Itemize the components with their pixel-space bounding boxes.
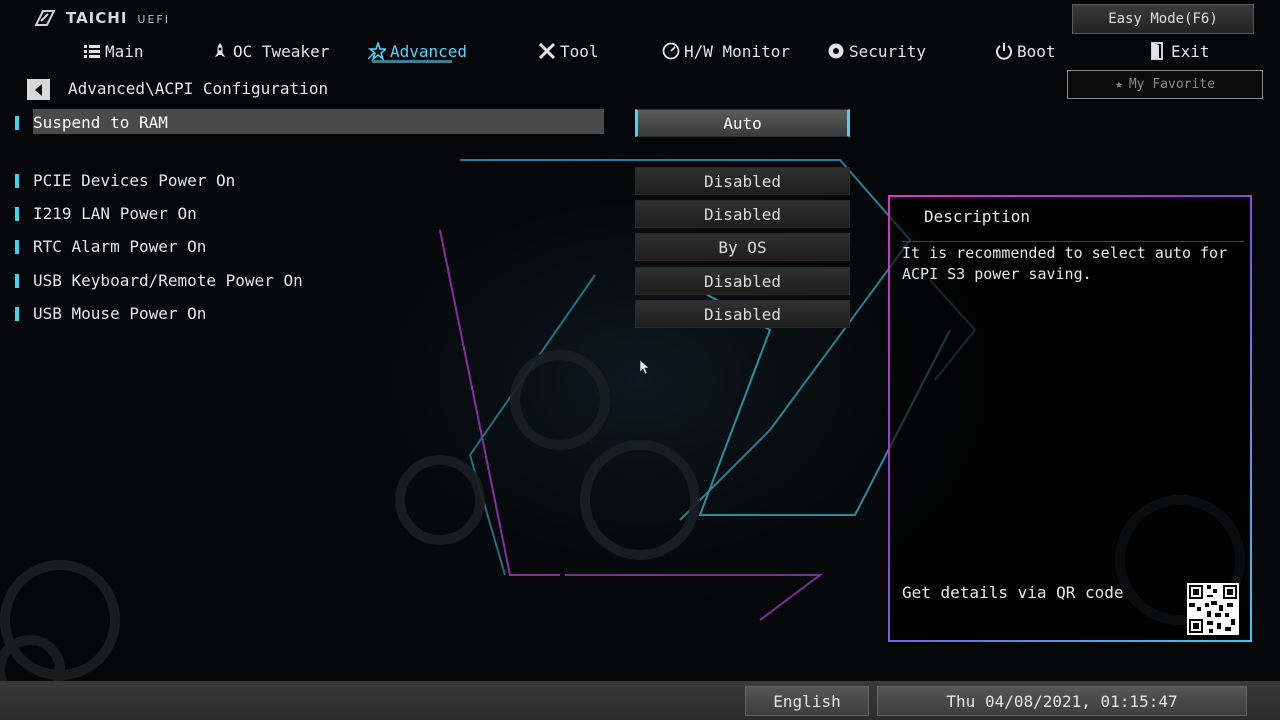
tab-exit-label: Exit bbox=[1171, 41, 1210, 61]
my-favorite-button[interactable]: ★ My Favorite bbox=[1067, 70, 1263, 99]
setting-rtc-alarm-power-on[interactable]: RTC Alarm Power On By OS bbox=[0, 233, 870, 261]
setting-label: Suspend to RAM bbox=[33, 113, 168, 132]
easy-mode-button[interactable]: Easy Mode(F6) bbox=[1072, 4, 1254, 34]
setting-pcie-devices-power-on[interactable]: PCIE Devices Power On Disabled bbox=[0, 167, 870, 195]
mouse-cursor-icon bbox=[640, 360, 650, 374]
star-icon bbox=[368, 42, 386, 60]
description-panel: Description It is recommended to select … bbox=[888, 195, 1252, 642]
tab-main[interactable]: Main bbox=[83, 36, 144, 66]
star-icon: ★ bbox=[1115, 77, 1123, 92]
list-icon bbox=[84, 45, 100, 58]
row-marker bbox=[15, 116, 19, 130]
shield-icon bbox=[828, 43, 844, 59]
setting-label: PCIE Devices Power On bbox=[33, 171, 236, 190]
setting-suspend-to-ram[interactable]: Suspend to RAM Auto bbox=[0, 109, 870, 137]
row-marker bbox=[15, 207, 19, 221]
tab-boot[interactable]: Boot bbox=[995, 36, 1056, 66]
tab-boot-label: Boot bbox=[1017, 41, 1056, 61]
date-time-display: Thu 04/08/2021, 01:15:47 bbox=[877, 686, 1247, 716]
tab-oc-tweaker[interactable]: OC Tweaker bbox=[211, 36, 329, 66]
power-icon bbox=[996, 43, 1012, 60]
my-favorite-label: My Favorite bbox=[1128, 77, 1215, 92]
setting-label: USB Keyboard/Remote Power On bbox=[33, 271, 303, 290]
tab-oc-tweaker-label: OC Tweaker bbox=[233, 41, 330, 61]
chevron-left-icon bbox=[34, 83, 42, 96]
tab-hw-monitor-label: H/W Monitor bbox=[684, 41, 790, 61]
tab-security[interactable]: Security bbox=[827, 36, 926, 66]
description-text: It is recommended to select auto for ACP… bbox=[902, 244, 1228, 283]
row-marker bbox=[15, 307, 19, 321]
monitor-icon bbox=[662, 42, 680, 60]
taichi-logo-icon bbox=[34, 10, 56, 26]
active-tab-indicator bbox=[372, 60, 452, 63]
tab-exit[interactable]: Exit bbox=[1149, 36, 1210, 66]
back-button[interactable] bbox=[27, 79, 50, 100]
rocket-icon bbox=[215, 43, 225, 57]
setting-label: I219 LAN Power On bbox=[33, 204, 197, 223]
setting-i219-lan-power-on[interactable]: I219 LAN Power On Disabled bbox=[0, 200, 870, 228]
tools-icon bbox=[538, 42, 556, 60]
qr-code-icon bbox=[1187, 583, 1239, 635]
setting-value-dropdown[interactable]: Auto bbox=[635, 109, 850, 137]
tab-tool[interactable]: Tool bbox=[538, 36, 599, 66]
setting-usb-keyboard-remote-power-on[interactable]: USB Keyboard/Remote Power On Disabled bbox=[0, 267, 870, 295]
tab-hw-monitor[interactable]: H/W Monitor bbox=[662, 36, 790, 66]
setting-usb-mouse-power-on[interactable]: USB Mouse Power On Disabled bbox=[0, 300, 870, 328]
row-marker bbox=[15, 274, 19, 288]
row-marker bbox=[15, 174, 19, 188]
exit-icon bbox=[1151, 42, 1163, 60]
setting-label: USB Mouse Power On bbox=[33, 304, 207, 323]
tab-main-label: Main bbox=[105, 41, 144, 61]
tab-tool-label: Tool bbox=[560, 41, 599, 61]
setting-value-dropdown[interactable]: Disabled bbox=[635, 167, 850, 195]
brand-name: TAICHI bbox=[66, 9, 128, 27]
tab-advanced-label: Advanced bbox=[390, 41, 468, 61]
main-nav: Main OC Tweaker Advanced Tool H/W Monito… bbox=[0, 36, 1280, 66]
tab-security-label: Security bbox=[849, 41, 927, 61]
language-button[interactable]: English bbox=[745, 686, 869, 716]
setting-value-dropdown[interactable]: Disabled bbox=[635, 267, 850, 295]
description-divider bbox=[902, 241, 1244, 242]
brand-sub: UEFI bbox=[137, 13, 170, 26]
setting-value-dropdown[interactable]: Disabled bbox=[635, 300, 850, 328]
setting-label: RTC Alarm Power On bbox=[33, 237, 207, 256]
description-title: Description bbox=[924, 207, 1030, 226]
qr-code-label: Get details via QR code bbox=[902, 583, 1124, 602]
setting-value-dropdown[interactable]: By OS bbox=[635, 233, 850, 261]
breadcrumb: Advanced\ACPI Configuration bbox=[68, 79, 329, 98]
row-marker bbox=[15, 240, 19, 254]
setting-value-dropdown[interactable]: Disabled bbox=[635, 200, 850, 228]
brand-logo: TAICHI UEFI bbox=[34, 9, 170, 27]
